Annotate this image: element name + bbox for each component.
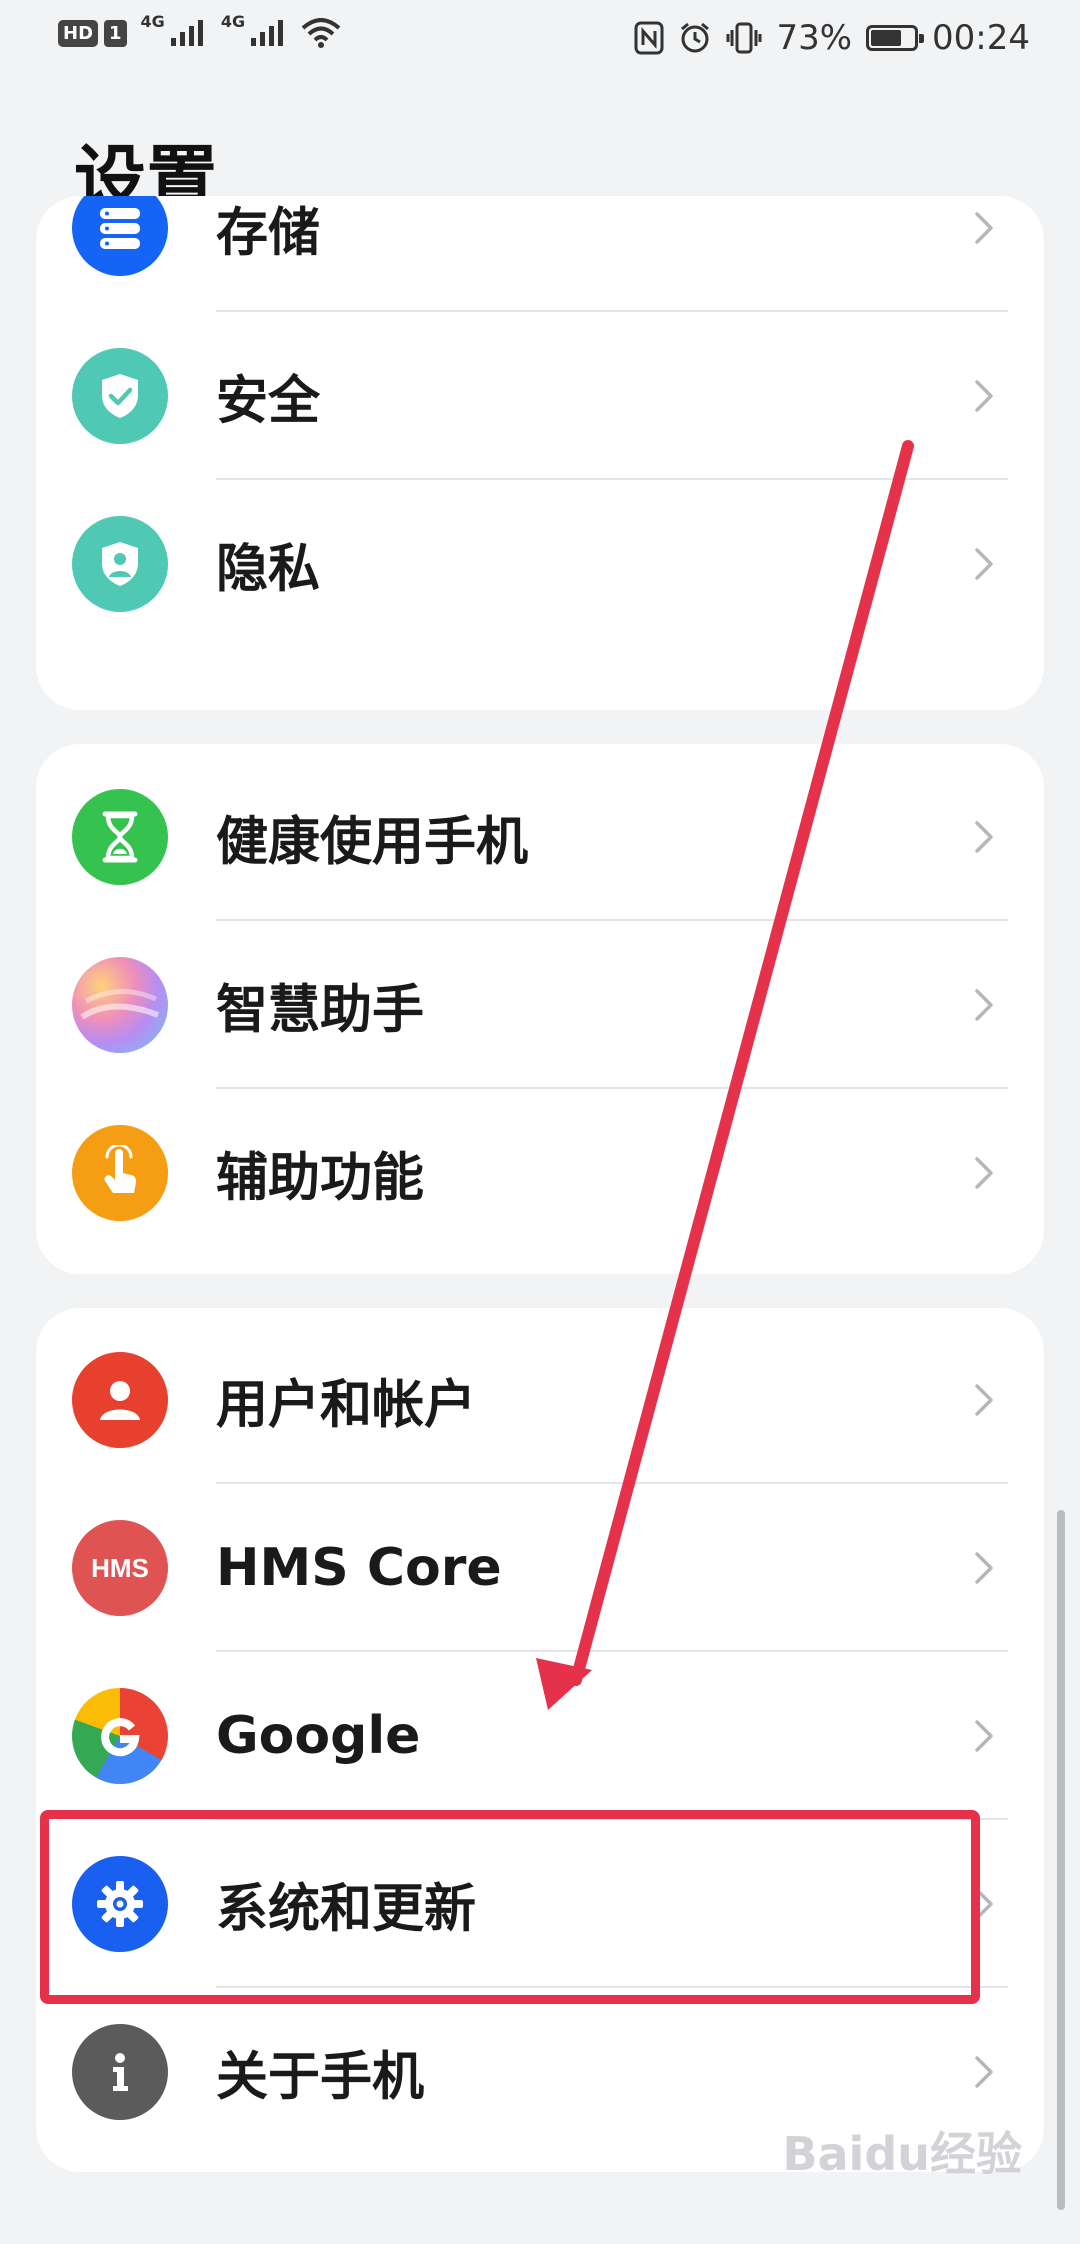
chevron-right-icon — [964, 1153, 1004, 1193]
settings-item-label: 健康使用手机 — [216, 812, 529, 873]
settings-item-security[interactable]: 安全 — [36, 312, 1044, 480]
settings-item-digital-balance[interactable]: 健康使用手机 — [36, 753, 1044, 921]
chevron-right-icon — [964, 208, 1004, 248]
settings-item-hms-core[interactable]: HMS HMS Core — [36, 1484, 1044, 1652]
settings-item-accessibility[interactable]: 辅助功能 — [36, 1089, 1044, 1257]
chevron-right-icon — [964, 1548, 1004, 1588]
info-icon — [72, 2024, 168, 2120]
status-bar-left: HD 1 4G 4G — [58, 12, 341, 48]
smart-assistant-icon — [72, 957, 168, 1053]
chevron-right-icon — [964, 1716, 1004, 1756]
hms-icon-text: HMS — [91, 1552, 149, 1583]
hourglass-icon — [72, 789, 168, 885]
chevron-right-icon — [964, 376, 1004, 416]
status-time: 00:24 — [932, 18, 1030, 58]
hms-icon: HMS — [72, 1520, 168, 1616]
network-type-2: 4G — [220, 11, 246, 31]
settings-group-1: 存储 安全 隐私 — [36, 196, 1044, 710]
wifi-icon — [301, 18, 341, 48]
settings-item-label: 存储 — [216, 203, 321, 264]
settings-item-smart-assistant[interactable]: 智慧助手 — [36, 921, 1044, 1089]
chevron-right-icon — [964, 544, 1004, 584]
settings-item-label: Google — [216, 1706, 421, 1766]
chevron-right-icon — [964, 1380, 1004, 1420]
battery-level-fill — [871, 30, 901, 46]
gear-icon — [72, 1856, 168, 1952]
status-bar-right: 73% 00:24 — [634, 18, 1030, 58]
settings-item-system-update[interactable]: 系统和更新 — [36, 1820, 1044, 1988]
settings-item-privacy[interactable]: 隐私 — [36, 480, 1044, 648]
settings-item-label: 关于手机 — [216, 2047, 425, 2108]
hd-voice-badge: HD — [58, 19, 99, 47]
chevron-right-icon — [964, 1884, 1004, 1924]
network-type-1: 4G — [140, 11, 165, 31]
settings-item-label: 系统和更新 — [216, 1879, 477, 1940]
settings-item-label: 隐私 — [216, 539, 321, 600]
settings-group-3: 用户和帐户 HMS HMS Core Google 系统和更新 关于手机 — [36, 1308, 1044, 2172]
alarm-icon — [681, 22, 710, 53]
settings-item-label: 安全 — [216, 371, 321, 432]
google-icon — [72, 1688, 168, 1784]
status-bar: HD 1 4G 4G 73% 00:24 — [0, 0, 1080, 80]
touch-hand-icon — [72, 1125, 168, 1221]
signal-icon — [170, 20, 203, 46]
shield-check-icon — [72, 348, 168, 444]
settings-item-storage[interactable]: 存储 — [36, 196, 1044, 312]
watermark: Baidu经验 — [782, 2127, 1022, 2181]
sim-indicator: 1 — [104, 19, 127, 47]
chevron-right-icon — [964, 2052, 1004, 2092]
chevron-right-icon — [964, 817, 1004, 857]
battery-icon — [866, 25, 925, 51]
signal-icon-2 — [251, 20, 284, 46]
settings-item-users-accounts[interactable]: 用户和帐户 — [36, 1316, 1044, 1484]
settings-group-2: 健康使用手机 智慧助手 辅助功能 — [36, 744, 1044, 1274]
settings-item-label: 辅助功能 — [216, 1148, 425, 1209]
settings-item-label: 智慧助手 — [216, 980, 425, 1041]
user-icon — [72, 1352, 168, 1448]
battery-percent: 73% — [776, 18, 853, 58]
settings-item-label: 用户和帐户 — [216, 1375, 477, 1436]
storage-icon — [72, 196, 168, 276]
privacy-shield-icon — [72, 516, 168, 612]
scrollbar[interactable] — [1057, 1510, 1065, 2210]
settings-item-google[interactable]: Google — [36, 1652, 1044, 1820]
vibrate-icon — [726, 22, 762, 54]
chevron-right-icon — [964, 985, 1004, 1025]
nfc-icon — [634, 21, 664, 55]
settings-item-label: HMS Core — [216, 1538, 502, 1598]
